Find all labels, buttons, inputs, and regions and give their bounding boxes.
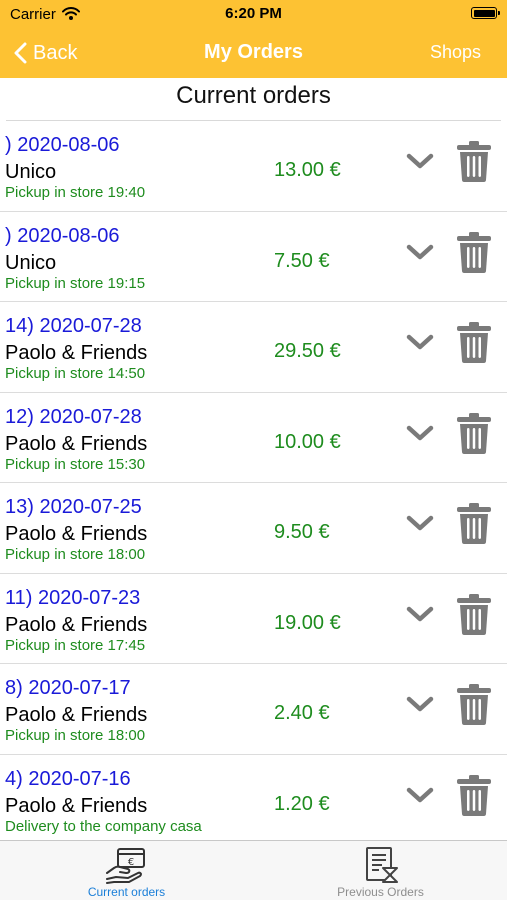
order-shop-name: Unico — [5, 161, 57, 183]
trash-icon — [457, 503, 491, 544]
receipt-hourglass-icon — [361, 846, 401, 889]
order-row[interactable]: 4) 2020-07-16 Paolo & Friends Delivery t… — [0, 755, 507, 840]
chevron-down-icon — [406, 787, 434, 802]
chevron-down-icon — [406, 696, 434, 712]
tab-previous-orders[interactable]: Previous Orders — [254, 841, 507, 901]
order-price: 10.00 € — [274, 430, 341, 453]
order-row[interactable]: 13) 2020-07-25 Paolo & Friends Pickup in… — [0, 483, 507, 574]
order-number-date: 4) 2020-07-16 — [5, 767, 131, 790]
order-shop-name: Unico — [5, 251, 57, 274]
trash-icon — [457, 322, 491, 363]
order-row[interactable]: ) 2020-08-06 Unico Pickup in store 19:40… — [0, 121, 507, 212]
svg-text:€: € — [127, 857, 133, 868]
order-shop-name: Paolo & Friends — [5, 523, 148, 545]
expand-button[interactable] — [404, 423, 436, 445]
expand-button[interactable] — [404, 242, 436, 264]
battery-icon — [471, 7, 500, 19]
expand-button[interactable] — [404, 151, 436, 173]
delete-button[interactable] — [455, 501, 493, 545]
order-number-date: 13) 2020-07-25 — [5, 496, 142, 518]
delete-button[interactable] — [455, 230, 493, 274]
expand-button[interactable] — [404, 513, 436, 535]
orders-list[interactable]: ) 2020-08-06 Unico Pickup in store 19:40… — [0, 121, 507, 839]
expand-button[interactable] — [404, 785, 436, 807]
order-status: Pickup in store 18:00 — [5, 546, 146, 563]
order-row[interactable]: 11) 2020-07-23 Paolo & Friends Pickup in… — [0, 574, 507, 664]
trash-icon — [457, 231, 491, 273]
order-status: Pickup in store 15:30 — [5, 455, 146, 473]
order-status: Pickup in store 14:50 — [5, 365, 146, 382]
order-row[interactable]: ) 2020-08-06 Unico Pickup in store 19:15… — [0, 212, 507, 302]
chevron-down-icon — [406, 515, 434, 531]
order-row[interactable]: 14) 2020-07-28 Paolo & Friends Pickup in… — [0, 302, 507, 393]
hand-card-icon: € — [104, 846, 150, 889]
order-status: Pickup in store 17:45 — [5, 636, 146, 654]
delete-button[interactable] — [455, 773, 493, 817]
delete-button[interactable] — [455, 592, 493, 636]
order-row[interactable]: 8) 2020-07-17 Paolo & Friends Pickup in … — [0, 664, 507, 755]
expand-button[interactable] — [404, 604, 436, 626]
trash-icon — [457, 774, 491, 816]
order-status: Pickup in store 19:15 — [5, 274, 146, 292]
order-shop-name: Paolo & Friends — [5, 704, 148, 726]
trash-icon — [457, 412, 491, 454]
expand-button[interactable] — [404, 332, 436, 354]
chevron-down-icon — [406, 425, 434, 440]
order-number-date: 14) 2020-07-28 — [5, 315, 142, 337]
order-price: 7.50 € — [274, 249, 330, 272]
expand-button[interactable] — [404, 694, 436, 716]
tab-label: Current orders — [87, 885, 166, 899]
clock: 6:20 PM — [225, 5, 282, 22]
order-price: 29.50 € — [274, 340, 341, 362]
order-status: Delivery to the company casa — [5, 817, 202, 835]
order-number-date: ) 2020-08-06 — [5, 224, 120, 247]
chevron-down-icon — [406, 606, 434, 621]
order-row[interactable]: 12) 2020-07-28 Paolo & Friends Pickup in… — [0, 393, 507, 483]
trash-icon — [457, 684, 491, 725]
chevron-down-icon — [406, 244, 434, 259]
order-shop-name: Paolo & Friends — [5, 794, 148, 817]
order-number-date: 11) 2020-07-23 — [5, 586, 141, 609]
trash-icon — [457, 593, 491, 635]
order-price: 1.20 € — [274, 792, 330, 815]
tab-bar: € Current orders Previous Orders — [0, 840, 507, 900]
order-price: 2.40 € — [274, 702, 330, 724]
order-number-date: 8) 2020-07-17 — [5, 677, 131, 699]
section-title: Current orders — [176, 82, 331, 109]
order-number-date: 12) 2020-07-28 — [5, 405, 142, 428]
delete-button[interactable] — [455, 411, 493, 455]
order-status: Pickup in store 18:00 — [5, 727, 146, 744]
order-number-date: ) 2020-08-06 — [5, 134, 120, 156]
trash-icon — [457, 141, 491, 182]
shops-button[interactable]: Shops — [430, 42, 481, 63]
tab-label: Previous Orders — [337, 885, 424, 899]
order-price: 19.00 € — [274, 611, 341, 634]
order-shop-name: Paolo & Friends — [5, 432, 148, 455]
order-shop-name: Paolo & Friends — [5, 342, 148, 364]
order-price: 9.50 € — [274, 521, 330, 543]
order-price: 13.00 € — [274, 159, 341, 181]
tab-current-orders[interactable]: € Current orders — [0, 841, 253, 901]
chevron-down-icon — [406, 334, 434, 350]
order-status: Pickup in store 19:40 — [5, 184, 146, 201]
navigation-bar: Back My Orders Shops — [0, 28, 507, 78]
delete-button[interactable] — [455, 320, 493, 364]
delete-button[interactable] — [455, 682, 493, 726]
chevron-down-icon — [406, 153, 434, 169]
order-shop-name: Paolo & Friends — [5, 613, 148, 636]
status-bar: Carrier 6:20 PM — [0, 0, 507, 28]
delete-button[interactable] — [455, 139, 493, 183]
